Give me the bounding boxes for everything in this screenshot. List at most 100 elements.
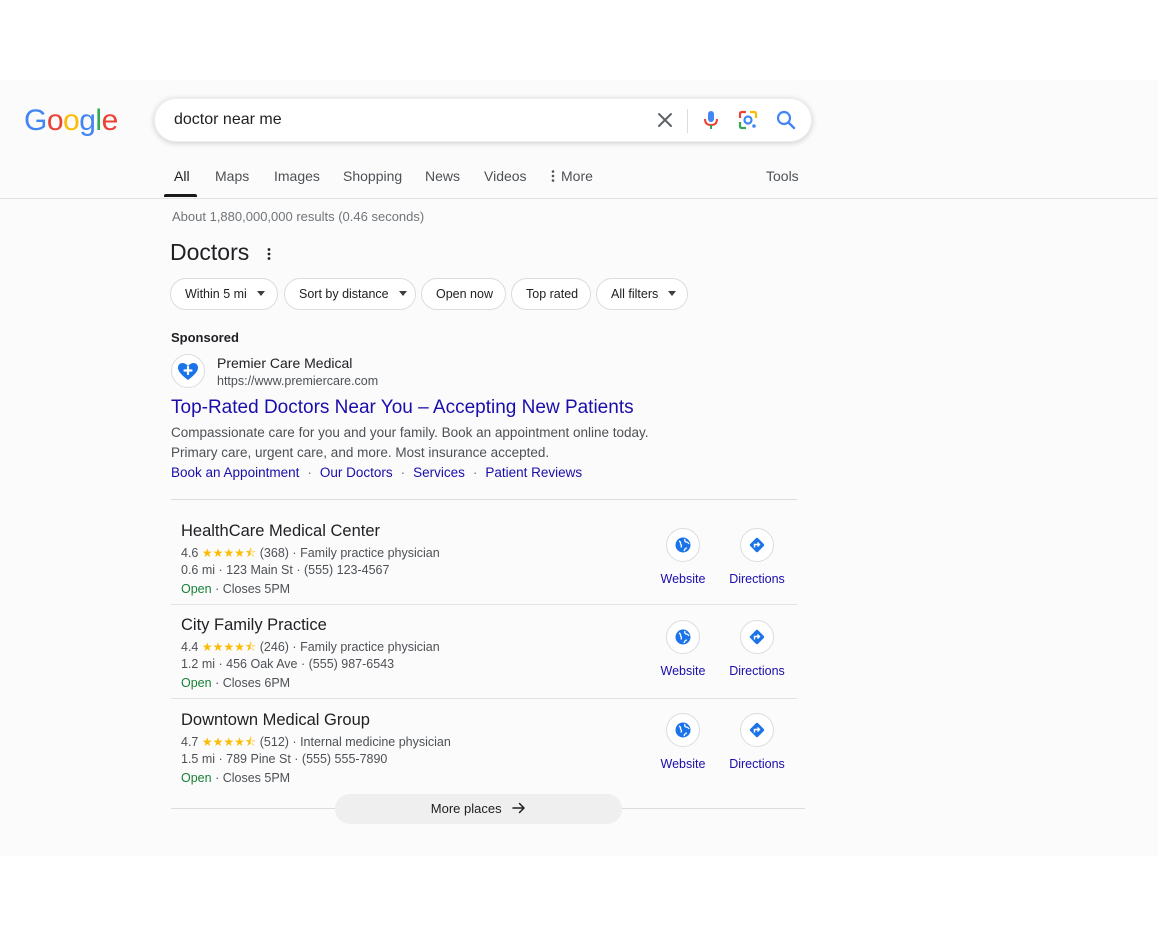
sitelink-book-appointment[interactable]: Book an Appointment bbox=[171, 465, 299, 480]
caret-down-icon bbox=[256, 291, 265, 296]
tab-images[interactable]: Images bbox=[274, 168, 320, 184]
chip-label: Open now bbox=[436, 287, 493, 301]
logo-letter: o bbox=[46, 104, 64, 137]
ad-favicon[interactable] bbox=[171, 354, 205, 388]
star-rating: ★★★★⯪ bbox=[201, 546, 257, 560]
place-name[interactable]: HealthCare Medical Center bbox=[181, 522, 380, 541]
rating-value: 4.4 bbox=[181, 640, 199, 654]
lens-icon[interactable] bbox=[737, 109, 759, 131]
directions-icon-circle bbox=[740, 528, 774, 562]
tab-more[interactable]: More bbox=[550, 168, 593, 184]
place-divider bbox=[171, 698, 797, 699]
search-bar[interactable]: doctor near me bbox=[154, 98, 812, 142]
search-tabs: All Maps Images Shopping News Videos Mor… bbox=[0, 166, 1158, 198]
review-count: (512) bbox=[259, 735, 289, 749]
google-logo[interactable]: Google bbox=[24, 104, 118, 138]
filter-chip-distance[interactable]: Within 5 mi bbox=[170, 278, 278, 310]
website-icon-circle bbox=[666, 620, 700, 654]
active-tab-indicator bbox=[164, 194, 197, 197]
sponsored-label: Sponsored bbox=[171, 330, 239, 345]
place-address: 123 Main St bbox=[226, 563, 293, 577]
place-hours-line: Open · Closes 5PM bbox=[181, 582, 291, 596]
filter-chip-open-now[interactable]: Open now bbox=[421, 278, 506, 310]
website-icon-circle bbox=[666, 713, 700, 747]
place-category: Family practice physician bbox=[300, 640, 440, 654]
close-icon[interactable] bbox=[654, 109, 676, 131]
sitelink-separator: · bbox=[307, 465, 312, 480]
tools-button[interactable]: Tools bbox=[766, 168, 799, 184]
sitelink-services[interactable]: Services bbox=[413, 465, 465, 480]
results-stats: About 1,880,000,000 results (0.46 second… bbox=[172, 209, 425, 224]
search-input[interactable]: doctor near me bbox=[174, 111, 282, 129]
ad-headline-link[interactable]: Top-Rated Doctors Near You – Accepting N… bbox=[171, 397, 634, 419]
place-name[interactable]: City Family Practice bbox=[181, 616, 327, 635]
place-address-line: 0.6 mi · 123 Main St · (555) 123-4567 bbox=[181, 563, 390, 577]
local-result[interactable]: Downtown Medical Group 4.7 ★★★★⯪ (512) ·… bbox=[171, 711, 797, 803]
logo-letter: o bbox=[63, 104, 80, 137]
directions-button[interactable]: Directions bbox=[722, 713, 792, 771]
place-rating-line: 4.7 ★★★★⯪ (512) · Internal medicine phys… bbox=[181, 735, 451, 749]
closing-time: Closes 5PM bbox=[222, 582, 291, 596]
chip-label: Sort by distance bbox=[299, 287, 389, 301]
section-title: Doctors bbox=[170, 239, 250, 265]
tab-videos[interactable]: Videos bbox=[484, 168, 527, 184]
website-button[interactable]: Website bbox=[648, 713, 718, 771]
more-options-icon[interactable] bbox=[266, 247, 272, 261]
chip-label: Top rated bbox=[526, 287, 579, 301]
ad-url[interactable]: https://www.premiercare.com bbox=[217, 374, 378, 388]
tab-news[interactable]: News bbox=[425, 168, 460, 184]
open-status: Open bbox=[181, 771, 212, 785]
place-distance: 0.6 mi bbox=[181, 563, 216, 577]
directions-label: Directions bbox=[729, 572, 785, 586]
place-phone: (555) 555-7890 bbox=[301, 752, 388, 766]
sitelink-patient-reviews[interactable]: Patient Reviews bbox=[485, 465, 582, 480]
tabs-divider bbox=[0, 198, 1158, 199]
search-bar-divider bbox=[687, 109, 688, 133]
tab-shopping[interactable]: Shopping bbox=[343, 168, 402, 184]
directions-label: Directions bbox=[729, 664, 785, 678]
website-button[interactable]: Website bbox=[648, 620, 718, 678]
star-rating: ★★★★⯪ bbox=[201, 735, 257, 749]
rating-value: 4.6 bbox=[181, 546, 199, 560]
website-label: Website bbox=[660, 664, 706, 678]
local-result[interactable]: City Family Practice 4.4 ★★★★⯪ (246) · F… bbox=[171, 616, 797, 708]
open-status: Open bbox=[181, 582, 212, 596]
search-results-page: Google doctor near me All Maps Images Sh… bbox=[0, 80, 1158, 856]
website-icon-circle bbox=[666, 528, 700, 562]
local-result[interactable]: HealthCare Medical Center 4.6 ★★★★⯪ (368… bbox=[171, 522, 797, 614]
star-rating: ★★★★⯪ bbox=[201, 640, 257, 654]
place-name[interactable]: Downtown Medical Group bbox=[181, 711, 370, 730]
place-rating-line: 4.6 ★★★★⯪ (368) · Family practice physic… bbox=[181, 546, 440, 560]
globe-icon bbox=[675, 537, 691, 553]
place-address: 789 Pine St bbox=[226, 752, 291, 766]
caret-down-icon bbox=[398, 291, 407, 296]
review-count: (246) bbox=[259, 640, 289, 654]
closing-time: Closes 5PM bbox=[222, 771, 291, 785]
arrow-right-icon bbox=[512, 802, 525, 814]
tab-maps[interactable]: Maps bbox=[215, 168, 249, 184]
mic-icon[interactable] bbox=[700, 109, 722, 131]
filter-chip-sort[interactable]: Sort by distance bbox=[284, 278, 416, 310]
logo-letter: e bbox=[101, 104, 119, 137]
directions-button[interactable]: Directions bbox=[722, 620, 792, 678]
directions-button[interactable]: Directions bbox=[722, 528, 792, 586]
search-icon[interactable] bbox=[775, 109, 797, 131]
directions-icon bbox=[749, 537, 765, 553]
sitelink-our-doctors[interactable]: Our Doctors bbox=[320, 465, 393, 480]
website-label: Website bbox=[660, 572, 706, 586]
heart-plus-icon bbox=[178, 363, 198, 380]
website-button[interactable]: Website bbox=[648, 528, 718, 586]
place-divider bbox=[171, 604, 797, 605]
review-count: (368) bbox=[259, 546, 289, 560]
filter-chip-all-filters[interactable]: All filters bbox=[596, 278, 688, 310]
open-status: Open bbox=[181, 676, 212, 690]
globe-icon bbox=[675, 629, 691, 645]
filter-chip-top-rated[interactable]: Top rated bbox=[511, 278, 591, 310]
ad-description-line2: Primary care, urgent care, and more. Mos… bbox=[171, 445, 550, 460]
more-places-label: More places bbox=[430, 801, 502, 816]
ad-advertiser-name[interactable]: Premier Care Medical bbox=[217, 355, 352, 371]
logo-letter: g bbox=[79, 104, 96, 137]
tab-more-label: More bbox=[561, 168, 593, 184]
tab-all[interactable]: All bbox=[174, 168, 190, 184]
more-places-button[interactable]: More places bbox=[335, 794, 622, 824]
